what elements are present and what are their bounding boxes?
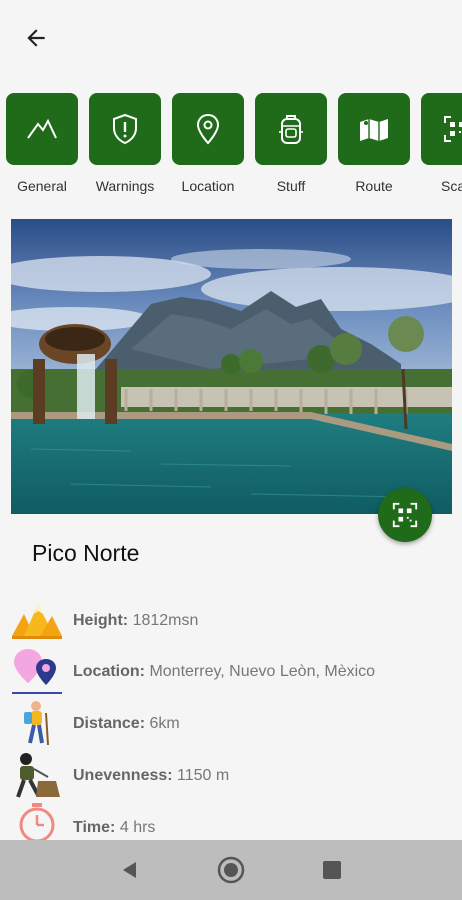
square-recents-icon [322,861,341,879]
detail-unevenness-key: Unevenness: [73,767,173,784]
category-tabs: General Warnings Location Stuff Route Sc… [0,93,462,203]
detail-time-key: Time: [73,819,116,836]
detail-unevenness-value: 1150 m [177,767,230,784]
mountain-photo [11,219,452,514]
tab-location[interactable]: Location [171,93,245,194]
map-pin-icon [196,113,220,145]
mountain-icon [27,118,57,139]
tab-scan-label: Scan [441,178,462,194]
tab-scan[interactable]: Scan [420,93,462,194]
hiker-icon [10,699,64,751]
qr-scan-icon [444,116,462,142]
tab-location-label: Location [181,178,235,194]
tab-stuff[interactable]: Stuff [254,93,328,194]
page-title: Pico Norte [32,540,140,566]
detail-height-value: 1812msn [132,612,199,629]
detail-row-height: Height: 1812msn [0,596,462,648]
tab-warnings-label: Warnings [95,178,155,194]
detail-row-unevenness: Unevenness: 1150 m [0,751,462,803]
detail-location-value: Monterrey, Nuevo Leòn, Mèxico [149,663,376,680]
backpack-icon [279,115,303,144]
tab-general[interactable]: General [5,93,79,194]
tab-route-tile[interactable] [338,93,410,165]
nav-recents-button[interactable] [312,850,352,890]
arrow-left-icon [27,29,45,47]
map-pins-icon [10,647,64,699]
scan-qr-button[interactable] [378,488,432,542]
tab-warnings[interactable]: Warnings [88,93,162,194]
tab-route-label: Route [355,178,393,194]
triangle-back-icon [123,862,137,878]
climber-icon [10,751,64,803]
detail-time-value: 4 hrs [119,819,156,836]
tab-location-tile[interactable] [172,93,244,165]
nav-home-button[interactable] [211,850,251,890]
shield-alert-icon [113,113,137,145]
detail-row-distance: Distance: 6km [0,699,462,751]
detail-distance-key: Distance: [73,715,146,732]
tab-scan-tile[interactable] [421,93,462,165]
system-nav-bar [0,840,462,900]
mountain-peaks-icon [10,596,64,648]
nav-back-button[interactable] [110,850,150,890]
tab-general-label: General [17,178,67,194]
detail-location-key: Location: [73,663,145,680]
detail-height-key: Height: [73,612,129,629]
tab-stuff-tile[interactable] [255,93,327,165]
qr-scan-icon [392,502,418,528]
tab-warnings-tile[interactable] [89,93,161,165]
tab-general-tile[interactable] [6,93,78,165]
detail-row-location: Location: Monterrey, Nuevo Leòn, Mèxico [0,647,462,699]
circle-home-icon [217,856,245,884]
back-button[interactable] [20,22,52,54]
detail-distance-value: 6km [149,715,180,732]
tab-route[interactable]: Route [337,93,411,194]
tab-stuff-label: Stuff [276,178,306,194]
map-route-icon [360,119,388,141]
